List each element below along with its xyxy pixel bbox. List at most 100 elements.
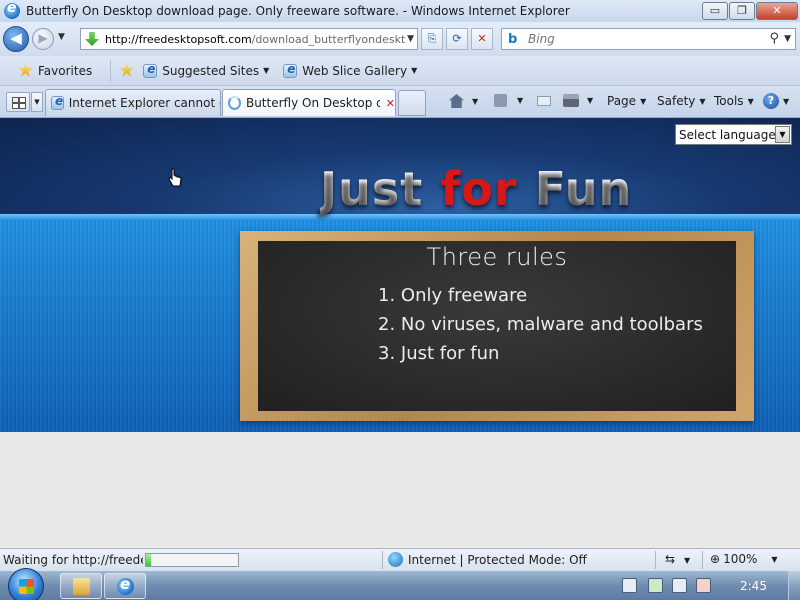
internet-explorer-icon	[117, 575, 134, 595]
board-title: Three rules	[426, 243, 568, 271]
read-mail-button[interactable]	[537, 96, 551, 106]
page-menu-label: Page	[607, 94, 637, 108]
minimize-button[interactable]: ▭	[702, 2, 728, 20]
chalkboard-frame: Three rules 1. Only freeware 2. No virus…	[240, 231, 754, 421]
page-menu[interactable]: Page ▼	[607, 94, 646, 108]
chevron-down-icon[interactable]: ▼	[472, 97, 478, 106]
address-bar[interactable]: http://freedesktopsoft.com/download_butt…	[80, 28, 418, 50]
navigation-bar: ◀ ▶ ▼ http://freedesktopsoft.com/downloa…	[0, 22, 800, 56]
clock[interactable]: 2:45	[740, 579, 767, 593]
help-icon: ?	[763, 93, 779, 109]
close-button[interactable]: ✕	[756, 2, 798, 20]
network-icon[interactable]	[672, 578, 687, 593]
printer-icon	[563, 94, 579, 107]
home-button[interactable]: ▼	[449, 94, 478, 108]
headline-just: Just	[320, 162, 441, 216]
home-icon	[449, 94, 464, 108]
tools-menu[interactable]: Tools ▼	[714, 94, 754, 108]
search-dropdown-icon[interactable]: ▼	[784, 34, 791, 44]
globe-icon	[388, 552, 403, 567]
tab-close-icon[interactable]: ✕	[386, 97, 395, 110]
address-dropdown-icon[interactable]: ▼	[407, 34, 414, 44]
language-select-value: Select language	[679, 127, 776, 142]
add-to-favorites-bar-button[interactable]	[119, 63, 139, 78]
quick-tabs-icon[interactable]	[6, 92, 30, 112]
address-path: /download_butterflyondeskt	[251, 32, 405, 46]
chevron-down-icon[interactable]: ▼	[517, 96, 523, 105]
search-icon[interactable]: ⚲	[769, 31, 779, 46]
tab-label: Butterfly On Desktop d...	[245, 96, 380, 110]
compatibility-view-icon[interactable]: ⎘	[421, 28, 443, 50]
tab-ie-icon	[51, 94, 64, 110]
back-button[interactable]: ◀	[3, 26, 29, 52]
zone-label: Internet | Protected Mode: Off	[408, 552, 587, 567]
search-input[interactable]	[528, 32, 768, 46]
tab-list-dropdown-icon[interactable]: ▼	[31, 92, 43, 112]
headline-for: for	[440, 162, 518, 216]
favorites-star-icon	[18, 63, 33, 77]
divider	[702, 551, 703, 569]
taskbar-explorer-button[interactable]	[60, 573, 102, 599]
web-slice-gallery-link[interactable]: Web Slice Gallery ▼	[283, 62, 418, 78]
tab-internet-explorer-cannot[interactable]: Internet Explorer cannot d...	[45, 89, 221, 116]
taskbar-ie-button[interactable]	[104, 573, 146, 599]
popup-blocker-icon[interactable]: ⇆	[665, 552, 675, 566]
chevron-down-icon: ▼	[411, 66, 418, 75]
tab-bar: ▼ Internet Explorer cannot d... Butterfl…	[0, 86, 800, 118]
rule-item: 1. Only freeware	[378, 285, 528, 306]
zoom-control[interactable]: ⊕ 100% ▼	[710, 552, 778, 566]
search-box[interactable]: b ⚲ ▼	[501, 28, 796, 50]
rule-item: 2. No viruses, malware and toolbars	[378, 314, 703, 335]
start-button[interactable]	[8, 568, 44, 600]
taskbar: 2:45	[0, 568, 800, 600]
system-tray	[612, 571, 800, 600]
suggested-sites-label: Suggested Sites	[162, 63, 260, 78]
refresh-icon[interactable]: ⟳	[446, 28, 468, 50]
web-slice-gallery-icon	[283, 62, 298, 78]
language-dropdown-icon[interactable]: ▼	[775, 126, 790, 143]
security-zone[interactable]: Internet | Protected Mode: Off	[388, 552, 587, 567]
chevron-down-icon: ▼	[747, 96, 754, 106]
show-desktop-button[interactable]	[788, 571, 800, 600]
language-select[interactable]: Select language ▼	[675, 124, 792, 145]
zoom-level: 100%	[723, 552, 758, 566]
forward-button[interactable]: ▶	[32, 28, 54, 50]
restore-button[interactable]: ❐	[729, 2, 755, 20]
web-slice-gallery-label: Web Slice Gallery	[302, 63, 408, 78]
folder-icon	[73, 578, 90, 595]
volume-muted-icon[interactable]	[696, 578, 711, 593]
feeds-button[interactable]: ▼	[494, 94, 523, 107]
magnifier-icon: ⊕	[710, 552, 721, 566]
mail-icon	[537, 96, 551, 106]
favorites-button[interactable]: Favorites	[18, 63, 92, 78]
headline-fun: Fun	[517, 162, 633, 216]
tab-butterfly-on-desktop[interactable]: Butterfly On Desktop d... ✕	[222, 89, 396, 116]
rss-feed-icon	[494, 94, 507, 107]
chevron-down-icon: ▼	[640, 96, 647, 106]
ie-logo-icon	[4, 0, 20, 19]
new-tab-button[interactable]	[398, 90, 426, 116]
favorites-bar: Favorites Suggested Sites ▼ Web Slice Ga…	[0, 56, 800, 86]
print-button[interactable]: ▼	[563, 94, 593, 107]
chevron-down-icon[interactable]: ▼	[771, 555, 777, 564]
suggested-sites-icon	[143, 62, 158, 78]
stop-icon[interactable]: ✕	[471, 28, 493, 50]
address-text[interactable]: http://freedesktopsoft.com/download_butt…	[105, 33, 405, 46]
chevron-down-icon[interactable]: ▼	[587, 96, 593, 105]
help-menu[interactable]: ? ▼	[763, 93, 789, 109]
tray-document-icon[interactable]	[622, 578, 637, 593]
action-center-icon[interactable]	[648, 578, 663, 593]
divider	[382, 551, 383, 569]
chevron-down-icon[interactable]: ▼	[684, 556, 690, 565]
chevron-down-icon: ▼	[699, 96, 706, 106]
recent-pages-dropdown-icon[interactable]: ▼	[58, 32, 65, 42]
title-bar[interactable]: Butterfly On Desktop download page. Only…	[0, 0, 800, 22]
safety-menu[interactable]: Safety ▼	[657, 94, 706, 108]
address-host: http://freedesktopsoft.com	[105, 32, 252, 46]
window-title: Butterfly On Desktop download page. Only…	[26, 4, 570, 18]
suggested-sites-link[interactable]: Suggested Sites ▼	[143, 62, 269, 78]
chevron-down-icon: ▼	[783, 96, 790, 106]
page-content: Select language ▼ Just for Fun Three rul…	[0, 118, 800, 548]
safety-menu-label: Safety	[657, 94, 696, 108]
hand-cursor-icon	[168, 168, 182, 187]
